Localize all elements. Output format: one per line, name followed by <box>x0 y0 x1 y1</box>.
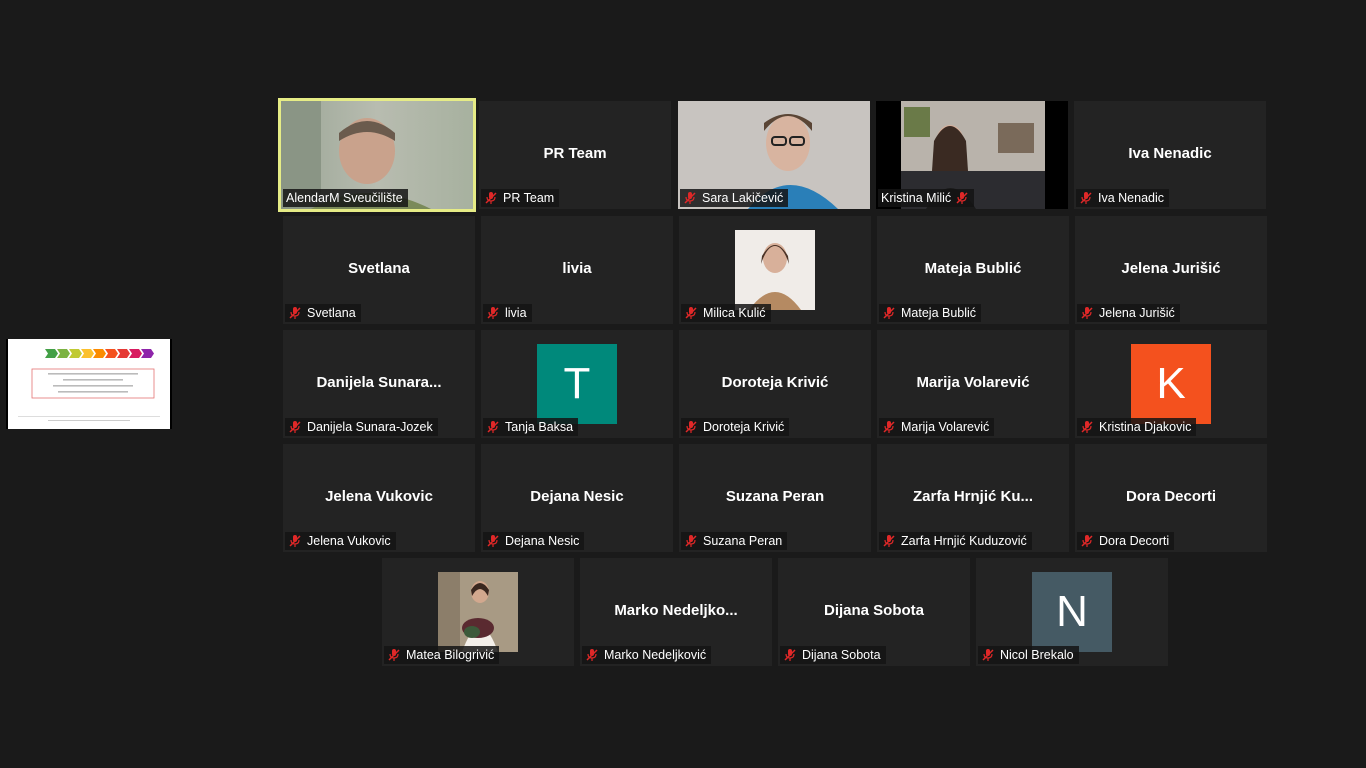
participant-label: AlendarM Sveučilište <box>283 189 408 207</box>
mic-muted-icon <box>685 421 697 433</box>
avatar: K <box>1131 344 1211 424</box>
participant-label: Zarfa Hrnjić Kuduzović <box>879 532 1032 550</box>
participant-label: Marija Volarević <box>879 418 995 436</box>
participant-display-name: PR Team <box>543 145 607 162</box>
mic-muted-icon <box>956 192 968 204</box>
mic-muted-icon <box>289 307 301 319</box>
participant-tile-jelena-jurisic[interactable]: Jelena Jurišić Jelena Jurišić <box>1075 216 1267 324</box>
participant-label: Iva Nenadic <box>1076 189 1170 207</box>
mic-muted-icon <box>883 535 895 547</box>
avatar: N <box>1032 572 1112 652</box>
participant-tile-marko[interactable]: Marko Nedeljko... Marko Nedeljković <box>580 558 772 666</box>
mic-muted-icon <box>685 535 697 547</box>
avatar: T <box>537 344 617 424</box>
mic-muted-icon <box>388 649 400 661</box>
participant-display-name: Dejana Nesic <box>530 488 624 505</box>
participant-tile-kristina-milic[interactable]: Kristina Milić <box>876 101 1068 209</box>
participant-tile-nicol[interactable]: N Nicol Brekalo <box>976 558 1168 666</box>
mic-muted-icon <box>784 649 796 661</box>
participant-tile-mateja[interactable]: Mateja Bublić Mateja Bublić <box>877 216 1069 324</box>
participant-tile-milica[interactable]: Milica Kulić <box>679 216 871 324</box>
participant-tile-kristina-djakovic[interactable]: K Kristina Djakovic <box>1075 330 1267 438</box>
participant-label: Svetlana <box>285 304 361 322</box>
shared-screen-preview <box>8 339 170 429</box>
participant-tile-zarfa[interactable]: Zarfa Hrnjić Ku... Zarfa Hrnjić Kuduzovi… <box>877 444 1069 552</box>
mic-muted-icon <box>487 421 499 433</box>
participant-photo <box>735 230 815 310</box>
participant-label: Suzana Peran <box>681 532 788 550</box>
participant-label: Dijana Sobota <box>780 646 886 664</box>
mic-muted-icon <box>684 192 696 204</box>
participant-label: Jelena Vukovic <box>285 532 396 550</box>
participant-display-name: Svetlana <box>348 260 410 277</box>
participant-tile-doroteja[interactable]: Doroteja Krivić Doroteja Krivić <box>679 330 871 438</box>
participant-label: Milica Kulić <box>681 304 771 322</box>
participant-label: PR Team <box>481 189 560 207</box>
participant-tile-sara[interactable]: Sara Lakičević <box>678 101 870 209</box>
mic-muted-icon <box>289 535 301 547</box>
mic-muted-icon <box>1081 535 1093 547</box>
participant-tile-iva[interactable]: Iva Nenadic Iva Nenadic <box>1074 101 1266 209</box>
participant-display-name: Suzana Peran <box>725 488 825 505</box>
participant-tile-dejana[interactable]: Dejana Nesic Dejana Nesic <box>481 444 673 552</box>
participant-tile-pr-team[interactable]: PR Team PR Team <box>479 101 671 209</box>
participant-label: Sara Lakičević <box>680 189 789 207</box>
participant-label: Kristina Milić <box>878 189 975 207</box>
participant-tile-tanja[interactable]: T Tanja Baksa <box>481 330 673 438</box>
participant-display-name: Marko Nedeljko... <box>614 602 738 619</box>
participant-tile-marija[interactable]: Marija Volarević Marija Volarević <box>877 330 1069 438</box>
mic-muted-icon <box>1081 421 1093 433</box>
participant-tile-suzana[interactable]: Suzana Peran Suzana Peran <box>679 444 871 552</box>
participant-display-name: Zarfa Hrnjić Ku... <box>912 488 1034 505</box>
participant-label: Marko Nedeljković <box>582 646 712 664</box>
mic-muted-icon <box>883 307 895 319</box>
participant-label: livia <box>483 304 532 322</box>
participant-tile-jelena-vukovic[interactable]: Jelena Vukovic Jelena Vukovic <box>283 444 475 552</box>
participant-label: Doroteja Krivić <box>681 418 790 436</box>
participant-display-name: Jelena Jurišić <box>1121 260 1221 277</box>
participant-label: Dejana Nesic <box>483 532 585 550</box>
mic-muted-icon <box>982 649 994 661</box>
mic-muted-icon <box>586 649 598 661</box>
mic-muted-icon <box>883 421 895 433</box>
participant-photo <box>438 572 518 652</box>
participant-display-name: Jelena Vukovic <box>325 488 433 505</box>
participant-label: Tanja Baksa <box>483 418 579 436</box>
participant-display-name: Mateja Bublić <box>924 260 1022 277</box>
mic-muted-icon <box>289 421 301 433</box>
participant-display-name: Iva Nenadic <box>1128 145 1212 162</box>
mic-muted-icon <box>1081 307 1093 319</box>
participant-display-name: Danijela Sunara... <box>316 374 442 391</box>
mic-muted-icon <box>485 192 497 204</box>
participant-label: Matea Bilogrivić <box>384 646 500 664</box>
participant-display-name: livia <box>562 260 592 277</box>
participant-tile-svetlana[interactable]: Svetlana Svetlana <box>283 216 475 324</box>
participant-label: Danijela Sunara-Jozek <box>285 418 438 436</box>
mic-muted-icon <box>487 307 499 319</box>
participant-display-name: Marija Volarević <box>916 374 1030 391</box>
participant-label: Mateja Bublić <box>879 304 982 322</box>
participant-tile-dijana[interactable]: Dijana Sobota Dijana Sobota <box>778 558 970 666</box>
participant-tile-livia[interactable]: livia livia <box>481 216 673 324</box>
participant-label: Dora Decorti <box>1077 532 1175 550</box>
participant-display-name: Doroteja Krivić <box>721 374 829 391</box>
participant-label: Kristina Djakovic <box>1077 418 1197 436</box>
participant-label: Nicol Brekalo <box>978 646 1079 664</box>
participant-tile-danijela[interactable]: Danijela Sunara... Danijela Sunara-Jozek <box>283 330 475 438</box>
participant-label: Jelena Jurišić <box>1077 304 1180 322</box>
mic-muted-icon <box>1080 192 1092 204</box>
participant-display-name: Dora Decorti <box>1125 488 1217 505</box>
participant-display-name: Dijana Sobota <box>823 602 924 619</box>
participant-tile-dora[interactable]: Dora Decorti Dora Decorti <box>1075 444 1267 552</box>
participant-tile-matea[interactable]: Matea Bilogrivić <box>382 558 574 666</box>
mic-muted-icon <box>487 535 499 547</box>
shared-screen-thumbnail[interactable] <box>6 339 172 429</box>
participant-tile-alendarm[interactable]: AlendarM Sveučilište <box>278 98 476 212</box>
mic-muted-icon <box>685 307 697 319</box>
